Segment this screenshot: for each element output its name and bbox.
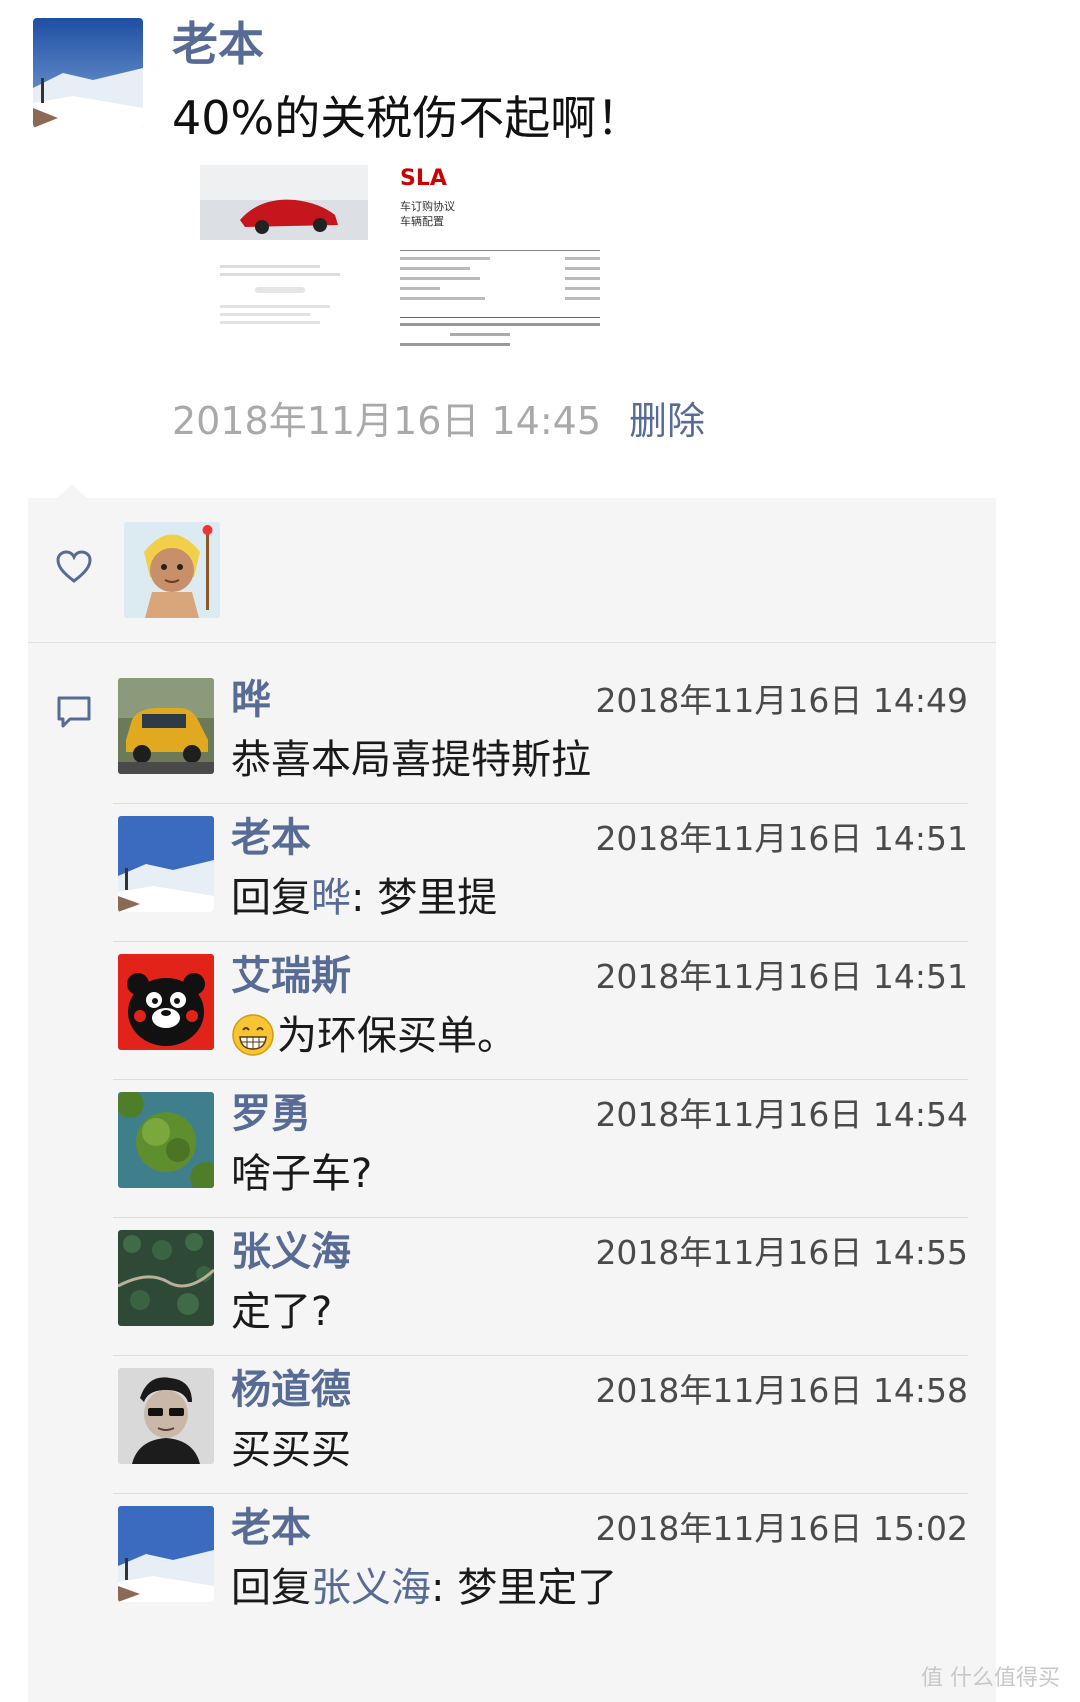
- commenter-avatar[interactable]: [118, 1506, 214, 1602]
- commenter-name[interactable]: 艾瑞斯: [231, 948, 351, 1004]
- reply-prefix: 回复: [231, 875, 311, 921]
- comment-text[interactable]: 定了?: [231, 1282, 332, 1342]
- comment-divider: [113, 1493, 968, 1494]
- comment-body: 为环保买单。: [277, 1013, 517, 1059]
- tesla-logo-text: SLA: [400, 166, 447, 191]
- comment-text[interactable]: 回复晔: 梦里提: [231, 868, 497, 928]
- watermark: 值 什么值得买: [921, 1666, 1060, 1691]
- comment-divider: [113, 1079, 968, 1080]
- comment-time: 2018年11月16日 14:49: [595, 681, 968, 720]
- comment-text[interactable]: 恭喜本局喜提特斯拉: [231, 730, 591, 790]
- commenter-name[interactable]: 晔: [231, 672, 271, 728]
- commenter-avatar[interactable]: [118, 954, 214, 1050]
- comment-text[interactable]: 啥子车?: [231, 1144, 372, 1204]
- reply-separator: :: [351, 875, 378, 921]
- post-time: 2018年11月16日 14:45: [172, 399, 602, 443]
- grinning-face-icon: [232, 1014, 274, 1056]
- commenter-avatar[interactable]: [118, 678, 214, 774]
- comment-time: 2018年11月16日 14:51: [595, 957, 968, 996]
- comment-text[interactable]: 为环保买单。: [231, 1006, 517, 1066]
- reply-target-name[interactable]: 张义海: [311, 1565, 431, 1611]
- post-image-order-document[interactable]: SLA 车订购协议 车辆配置: [400, 165, 625, 377]
- reply-body: 梦里提: [377, 875, 498, 921]
- commenter-name[interactable]: 罗勇: [231, 1086, 311, 1142]
- comment-divider: [113, 803, 968, 804]
- reply-prefix: 回复: [231, 1565, 311, 1611]
- interaction-panel: 晔 2018年11月16日 14:49 恭喜本局喜提特斯拉 老本 2018年11…: [28, 498, 996, 1702]
- panel-notch: [56, 484, 88, 499]
- comment-text[interactable]: 买买买: [231, 1420, 351, 1480]
- delete-button[interactable]: 删除: [629, 399, 705, 443]
- post-meta: 2018年11月16日 14:45 删除: [172, 395, 705, 447]
- likes-row: [28, 498, 996, 642]
- post-image-car[interactable]: [200, 165, 368, 390]
- post-text: 40%的关税伤不起啊！: [172, 91, 643, 145]
- commenter-avatar[interactable]: [118, 1368, 214, 1464]
- commenter-name[interactable]: 老本: [231, 1500, 311, 1556]
- commenter-avatar[interactable]: [118, 1230, 214, 1326]
- commenter-name[interactable]: 张义海: [231, 1224, 351, 1280]
- comment-item: 罗勇 2018年11月16日 14:54 啥子车?: [28, 1091, 996, 1242]
- commenter-name[interactable]: 老本: [231, 810, 311, 866]
- comment-text[interactable]: 回复张义海: 梦里定了: [231, 1558, 617, 1618]
- commenter-name[interactable]: 杨道德: [231, 1362, 351, 1418]
- commenter-avatar[interactable]: [118, 816, 214, 912]
- reply-separator: :: [431, 1565, 458, 1611]
- comment-item: 杨道德 2018年11月16日 14:58 买买买: [28, 1367, 996, 1518]
- comment-item: 艾瑞斯 2018年11月16日 14:51 为环保买单。: [28, 953, 996, 1104]
- comment-item: 晔 2018年11月16日 14:49 恭喜本局喜提特斯拉: [28, 677, 996, 828]
- likes-divider: [28, 642, 996, 643]
- comment-divider: [113, 1355, 968, 1356]
- comment-divider: [113, 941, 968, 942]
- comment-time: 2018年11月16日 15:02: [595, 1509, 968, 1548]
- comment-item: 老本 2018年11月16日 14:51 回复晔: 梦里提: [28, 815, 996, 966]
- post-author-name[interactable]: 老本: [172, 14, 264, 74]
- comment-time: 2018年11月16日 14:55: [595, 1233, 968, 1272]
- comment-item: 张义海 2018年11月16日 14:55 定了?: [28, 1229, 996, 1380]
- reply-target-name[interactable]: 晔: [311, 875, 351, 921]
- doc-title-line: 车订购协议: [400, 199, 455, 213]
- comment-item: 老本 2018年11月16日 15:02 回复张义海: 梦里定了: [28, 1505, 996, 1656]
- comment-time: 2018年11月16日 14:58: [595, 1371, 968, 1410]
- reply-body: 梦里定了: [457, 1565, 618, 1611]
- comment-divider: [113, 1217, 968, 1218]
- heart-icon: [56, 550, 92, 583]
- comment-time: 2018年11月16日 14:54: [595, 1095, 968, 1134]
- doc-subtitle-line: 车辆配置: [400, 214, 444, 228]
- like-user-avatar[interactable]: [124, 522, 220, 618]
- comment-time: 2018年11月16日 14:51: [595, 819, 968, 858]
- author-avatar[interactable]: [33, 18, 143, 128]
- commenter-avatar[interactable]: [118, 1092, 214, 1188]
